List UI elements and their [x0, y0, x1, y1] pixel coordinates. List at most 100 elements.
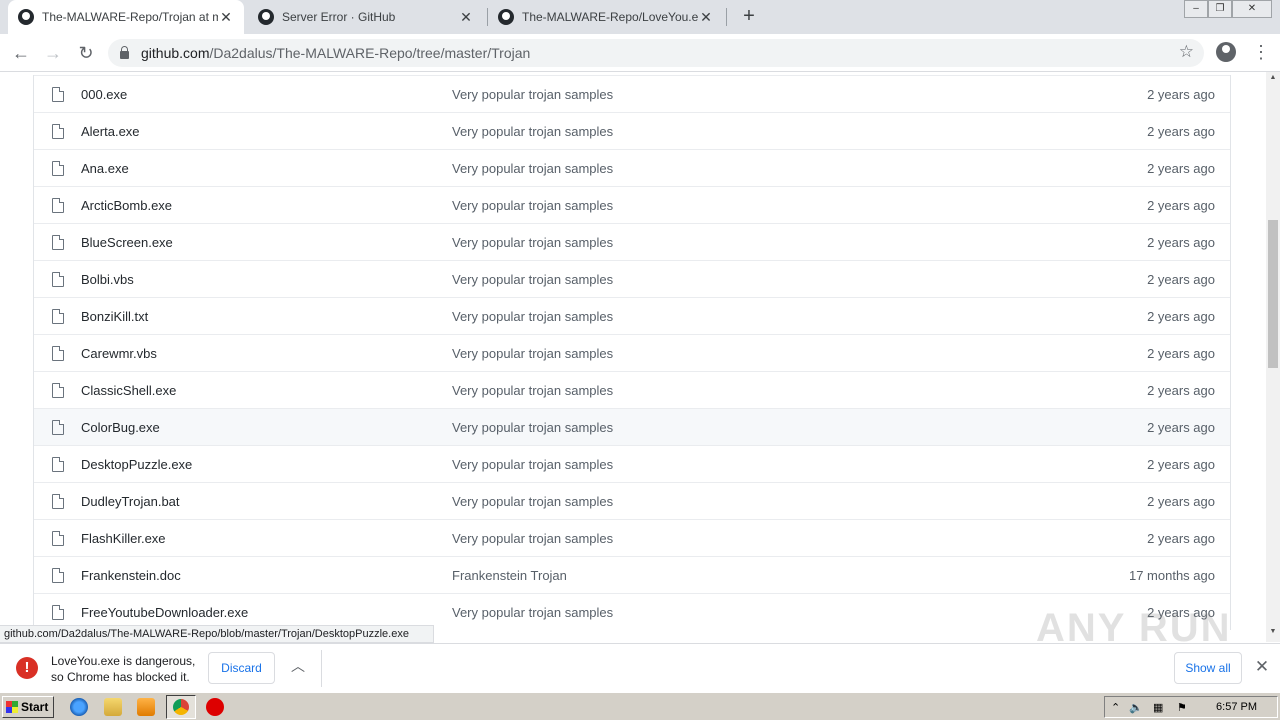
file-name-link[interactable]: BonziKill.txt	[81, 309, 148, 324]
internet-explorer-icon[interactable]	[70, 698, 88, 716]
commit-message-link[interactable]: Very popular trojan samples	[452, 309, 613, 324]
minimize-button[interactable]: –	[1184, 0, 1208, 18]
file-row[interactable]: Bolbi.vbs Very popular trojan samples 2 ye…	[34, 260, 1230, 297]
file-name-link[interactable]: FlashKiller.exe	[81, 531, 166, 546]
file-name-link[interactable]: Bolbi.vbs	[81, 272, 134, 287]
commit-message-link[interactable]: Very popular trojan samples	[452, 346, 613, 361]
commit-age: 2 years ago	[1147, 271, 1215, 287]
commit-message-link[interactable]: Very popular trojan samples	[452, 235, 613, 250]
tab-loveyou[interactable]: The-MALWARE-Repo/LoveYou.exe a ✕	[488, 0, 724, 34]
file-icon	[52, 420, 64, 435]
close-tab-icon[interactable]: ✕	[218, 9, 234, 26]
chevron-up-icon[interactable]: ︿	[290, 656, 306, 676]
tab-server-error[interactable]: Server Error · GitHub ✕	[248, 0, 484, 34]
scroll-down-arrow-icon[interactable]: ▼	[1266, 628, 1280, 640]
browser-toolbar: ← → ↻ github.com/Da2dalus/The-MALWARE-Re…	[0, 34, 1280, 72]
file-row[interactable]: BlueScreen.exe Very popular trojan sample…	[34, 223, 1230, 260]
file-row[interactable]: Alerta.exe Very popular trojan samples 2 y…	[34, 112, 1230, 149]
chrome-menu-icon[interactable]: ⋮	[1252, 42, 1270, 62]
download-warning-line2: so Chrome has blocked it.	[51, 670, 190, 684]
commit-message-link[interactable]: Frankenstein Trojan	[452, 568, 567, 583]
stop-sign-icon[interactable]	[206, 698, 224, 716]
file-row[interactable]: ArcticBomb.exe Very popular trojan sample…	[34, 186, 1230, 223]
file-name-link[interactable]: Ana.exe	[81, 161, 129, 176]
commit-message-link[interactable]: Very popular trojan samples	[452, 124, 613, 139]
new-tab-button[interactable]: +	[737, 5, 761, 29]
file-icon	[52, 568, 64, 583]
file-name-link[interactable]: Frankenstein.doc	[81, 568, 181, 583]
commit-age: 2 years ago	[1147, 382, 1215, 398]
commit-message-link[interactable]: Very popular trojan samples	[452, 494, 613, 509]
file-row[interactable]: Frankenstein.doc Frankenstein Trojan 17 mo…	[34, 556, 1230, 593]
file-name-link[interactable]: ArcticBomb.exe	[81, 198, 172, 213]
file-name-link[interactable]: Carewmr.vbs	[81, 346, 157, 361]
commit-age: 2 years ago	[1147, 123, 1215, 139]
start-button[interactable]: Start	[2, 696, 54, 718]
tab-strip: The-MALWARE-Repo/Trojan at mast ✕ Server…	[0, 0, 1280, 34]
file-row[interactable]: ColorBug.exe Very popular trojan samples 2…	[34, 408, 1230, 445]
commit-message-link[interactable]: Very popular trojan samples	[452, 531, 613, 546]
close-download-bar-icon[interactable]: ✕	[1252, 657, 1272, 677]
file-explorer-icon[interactable]	[104, 698, 122, 716]
commit-message-link[interactable]: Very popular trojan samples	[452, 87, 613, 102]
file-icon	[52, 346, 64, 361]
tray-expand-icon[interactable]: ⌃	[1111, 701, 1120, 714]
file-name-link[interactable]: Alerta.exe	[81, 124, 140, 139]
file-name-link[interactable]: FreeYoutubeDownloader.exe	[81, 605, 248, 620]
media-player-icon[interactable]	[137, 698, 155, 716]
page-content: 000.exe Very popular trojan samples 2 year…	[0, 72, 1266, 642]
forward-arrow-icon[interactable]: →	[40, 40, 66, 66]
file-name-link[interactable]: ClassicShell.exe	[81, 383, 176, 398]
file-icon	[52, 198, 64, 213]
volume-icon[interactable]: 🔈	[1129, 701, 1143, 714]
file-icon	[52, 457, 64, 472]
commit-message-link[interactable]: Very popular trojan samples	[452, 457, 613, 472]
file-name-link[interactable]: BlueScreen.exe	[81, 235, 173, 250]
flag-icon[interactable]: ⚑	[1177, 701, 1187, 714]
address-bar[interactable]: github.com/Da2dalus/The-MALWARE-Repo/tre…	[108, 39, 1204, 67]
file-name-link[interactable]: DudleyTrojan.bat	[81, 494, 180, 509]
commit-age: 2 years ago	[1147, 345, 1215, 361]
windows-taskbar: Start ⌃ 🔈 ▦ ⚑ 6:57 PM	[0, 692, 1280, 720]
scrollbar-thumb[interactable]	[1268, 220, 1278, 368]
file-row[interactable]: BonziKill.txt Very popular trojan samples…	[34, 297, 1230, 334]
download-warning-text: LoveYou.exe is dangerous, so Chrome has …	[51, 653, 195, 685]
danger-icon: !	[16, 657, 38, 679]
commit-message-link[interactable]: Very popular trojan samples	[452, 272, 613, 287]
commit-message-link[interactable]: Very popular trojan samples	[452, 198, 613, 213]
profile-avatar-icon[interactable]	[1216, 42, 1236, 62]
restore-button[interactable]: ❐	[1208, 0, 1232, 18]
file-row[interactable]: DudleyTrojan.bat Very popular trojan samp…	[34, 482, 1230, 519]
network-icon[interactable]: ▦	[1153, 701, 1163, 714]
file-row[interactable]: FlashKiller.exe Very popular trojan sampl…	[34, 519, 1230, 556]
file-name-link[interactable]: DesktopPuzzle.exe	[81, 457, 192, 472]
bookmark-star-icon[interactable]: ☆	[1179, 42, 1194, 62]
github-icon	[18, 9, 34, 25]
file-icon	[52, 494, 64, 509]
commit-message-link[interactable]: Very popular trojan samples	[452, 420, 613, 435]
file-row[interactable]: ClassicShell.exe Very popular trojan samp…	[34, 371, 1230, 408]
commit-message-link[interactable]: Very popular trojan samples	[452, 161, 613, 176]
url-path: /Da2dalus/The-MALWARE-Repo/tree/master/T…	[209, 45, 531, 61]
scroll-up-arrow-icon[interactable]: ▲	[1266, 74, 1280, 86]
file-name-link[interactable]: 000.exe	[81, 87, 127, 102]
commit-message-link[interactable]: Very popular trojan samples	[452, 383, 613, 398]
close-tab-icon[interactable]: ✕	[698, 9, 714, 26]
discard-button[interactable]: Discard	[208, 652, 275, 684]
file-row[interactable]: Carewmr.vbs Very popular trojan samples 2 …	[34, 334, 1230, 371]
back-arrow-icon[interactable]: ←	[8, 40, 34, 66]
file-row[interactable]: 000.exe Very popular trojan samples 2 year…	[34, 75, 1230, 112]
file-name-link[interactable]: ColorBug.exe	[81, 420, 160, 435]
close-window-button[interactable]: ✕	[1232, 0, 1272, 18]
reload-icon[interactable]: ↻	[73, 40, 99, 66]
tab-trojan-folder[interactable]: The-MALWARE-Repo/Trojan at mast ✕	[8, 0, 244, 34]
file-row[interactable]: DesktopPuzzle.exe Very popular trojan sam…	[34, 445, 1230, 482]
chrome-taskbar-button[interactable]	[166, 695, 196, 719]
vertical-scrollbar[interactable]: ▲ ▼	[1266, 72, 1280, 642]
file-row[interactable]: Ana.exe Very popular trojan samples 2 year…	[34, 149, 1230, 186]
file-icon	[52, 124, 64, 139]
show-all-button[interactable]: Show all	[1174, 652, 1242, 684]
commit-message-link[interactable]: Very popular trojan samples	[452, 605, 613, 620]
commit-age: 2 years ago	[1147, 160, 1215, 176]
close-tab-icon[interactable]: ✕	[458, 9, 474, 26]
